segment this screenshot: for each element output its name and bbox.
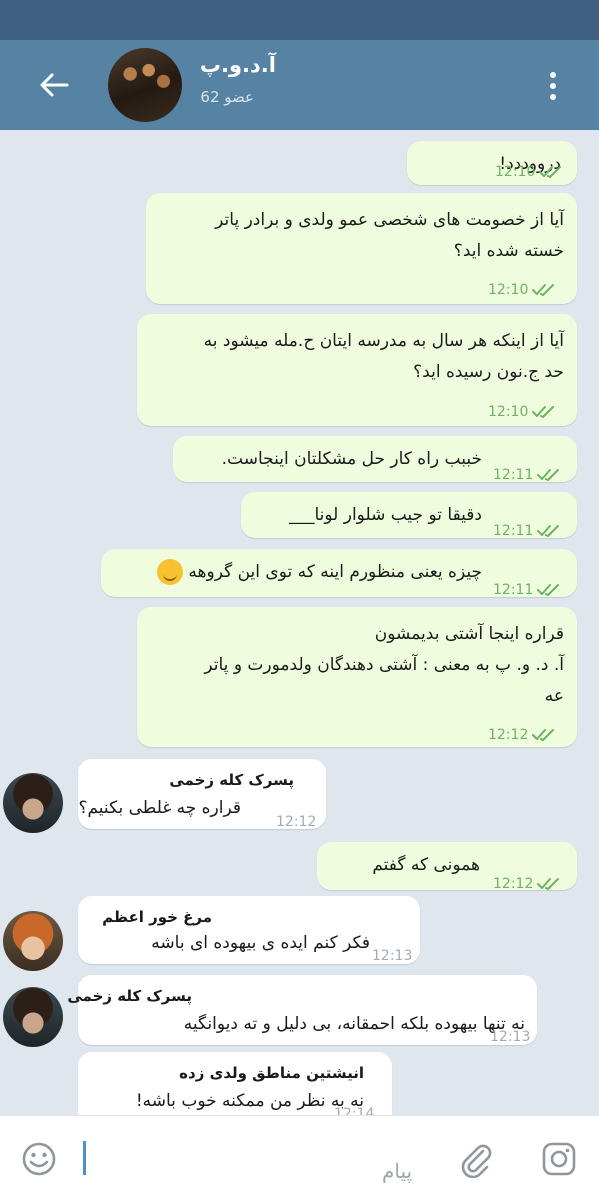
paperclip-icon xyxy=(461,1144,492,1178)
message-text: آیا از خصومت های شخصی عمو ولدی و برادر پ… xyxy=(215,210,564,230)
double-check-icon xyxy=(532,405,558,419)
chat-header: آ.د.و.پ 62 عضو xyxy=(0,40,599,130)
message-text: قراره چه غلطی بکنیم؟ xyxy=(78,798,241,818)
message-input[interactable]: پیام xyxy=(80,1130,440,1186)
message-meta: 12:12 xyxy=(493,869,563,899)
emoji-button[interactable] xyxy=(18,1138,60,1180)
group-title[interactable]: آ.د.و.پ xyxy=(200,53,276,77)
message-time: 12:12 xyxy=(276,814,317,830)
message-bubble-outgoing[interactable]: قراره اینجا آشتی بدیمشون آ. د. و. پ به م… xyxy=(137,607,577,747)
status-bar xyxy=(0,0,599,40)
message-bubble-outgoing[interactable]: آیا از اینکه هر سال به مدرسه ایتان ح.مله… xyxy=(137,314,577,426)
message-placeholder: پیام xyxy=(382,1159,413,1183)
message-bubble-outgoing[interactable]: خببب راه کار حل مشکلتان اینجاست. 12:11 xyxy=(173,436,577,483)
group-avatar[interactable] xyxy=(108,48,182,122)
message-time: 12:14 xyxy=(334,1106,375,1115)
message-time: 12:12 xyxy=(493,876,534,892)
message-time: 12:10 xyxy=(495,164,536,180)
message-meta: 12:10 xyxy=(488,397,558,427)
message-bubble-outgoing[interactable]: همونی که گفتم 12:12 xyxy=(317,842,577,892)
message-text: آیا از اینکه هر سال به مدرسه ایتان ح.مله… xyxy=(203,331,564,351)
message-text: عه xyxy=(544,686,564,706)
message-meta: 12:10 xyxy=(495,157,565,187)
message-bubble-incoming[interactable]: انیشتین مناطق ولدی زده نه به نظر من ممکن… xyxy=(78,1052,392,1115)
message-text: آ. د. و. پ به معنی : آشتی دهندگان ولدمور… xyxy=(204,655,564,675)
double-check-icon xyxy=(537,583,563,597)
message-text: خسته شده اید؟ xyxy=(453,241,564,261)
message-meta: 12:11 xyxy=(493,460,563,490)
back-button[interactable] xyxy=(32,66,76,104)
message-bubble-outgoing[interactable]: آیا از خصومت های شخصی عمو ولدی و برادر پ… xyxy=(146,193,577,304)
sender-name[interactable]: پسرک کله زخمی xyxy=(169,765,294,795)
message-text: نه به نظر من ممکنه خوب باشه! xyxy=(135,1091,364,1111)
message-time: 12:12 xyxy=(488,727,529,743)
double-check-icon xyxy=(537,877,563,891)
message-time: 12:10 xyxy=(488,282,529,298)
sender-name[interactable]: انیشتین مناطق ولدی زده xyxy=(179,1058,364,1088)
chat-area[interactable]: درووددد! 12:10 آیا از خصومت های شخصی عمو… xyxy=(0,130,599,1115)
message-meta: 12:12 xyxy=(488,720,558,750)
message-time: 12:10 xyxy=(488,404,529,420)
message-time: 12:11 xyxy=(493,467,534,483)
message-text-content: چیزه یعنی منظورم اینه که توی این گروهه xyxy=(188,562,482,582)
double-check-icon xyxy=(537,468,563,482)
double-check-icon xyxy=(539,165,565,179)
message-text: حد ج.نون رسیده اید؟ xyxy=(413,362,564,382)
attach-button[interactable] xyxy=(452,1136,498,1182)
message-composer: پیام xyxy=(0,1115,599,1199)
more-vertical-icon xyxy=(550,72,556,100)
camera-button[interactable] xyxy=(536,1136,582,1182)
message-time: 12:11 xyxy=(493,523,534,539)
message-bubble-incoming[interactable]: پسرک کله زخمی قراره چه غلطی بکنیم؟ 12:12 xyxy=(78,759,326,830)
message-time: 12:13 xyxy=(490,1029,531,1045)
double-check-icon xyxy=(537,524,563,538)
message-time: 12:13 xyxy=(372,948,413,964)
member-count: 62 عضو xyxy=(200,88,254,106)
message-text: قراره اینجا آشتی بدیمشون xyxy=(374,624,564,644)
message-meta: 12:11 xyxy=(493,516,563,546)
sender-avatar[interactable] xyxy=(3,773,63,833)
sender-avatar[interactable] xyxy=(3,987,63,1047)
sender-name[interactable]: پسرک کله زخمی xyxy=(67,981,192,1011)
message-bubble-outgoing[interactable]: چیزه یعنی منظورم اینه که توی این گروهه 1… xyxy=(101,549,577,598)
message-text: دقیقا تو جیب شلوار لونا___ xyxy=(288,505,482,525)
message-meta: 12:10 xyxy=(488,275,558,305)
message-text: چیزه یعنی منظورم اینه که توی این گروهه xyxy=(157,557,482,587)
camera-icon xyxy=(542,1142,576,1176)
emoji-face-icon xyxy=(22,1142,56,1176)
message-bubble-incoming[interactable]: مرغ خور اعظم فکر کنم ایده ی بیهوده ای با… xyxy=(78,896,420,964)
message-bubble-outgoing[interactable]: درووددد! 12:10 xyxy=(407,141,577,185)
more-menu-button[interactable] xyxy=(540,64,566,108)
smiling-face-emoji xyxy=(157,559,184,585)
sender-avatar[interactable] xyxy=(3,911,63,971)
message-text: نه تنها بیهوده بلکه احمقانه، بی دلیل و ت… xyxy=(183,1014,525,1034)
message-meta: 12:11 xyxy=(493,575,563,605)
message-bubble-outgoing[interactable]: دقیقا تو جیب شلوار لونا___ 12:11 xyxy=(241,492,577,539)
double-check-icon xyxy=(532,283,558,297)
message-bubble-incoming[interactable]: پسرک کله زخمی نه تنها بیهوده بلکه احمقان… xyxy=(67,975,537,1045)
message-text: همونی که گفتم xyxy=(372,855,480,875)
double-check-icon xyxy=(532,728,558,742)
message-text: خببب راه کار حل مشکلتان اینجاست. xyxy=(221,449,482,469)
back-arrow-icon xyxy=(40,73,69,97)
message-text: فکر کنم ایده ی بیهوده ای باشه xyxy=(151,933,370,953)
message-time: 12:11 xyxy=(493,582,534,598)
